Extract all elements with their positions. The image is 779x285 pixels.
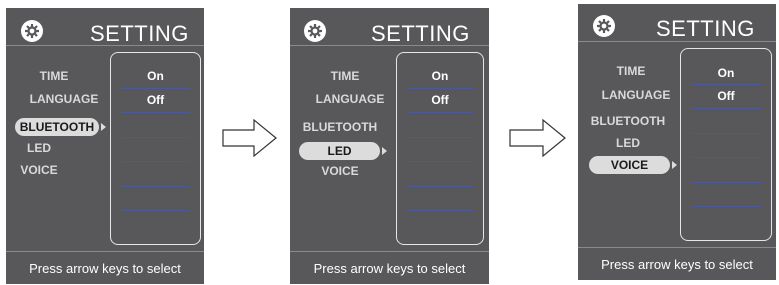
- header-divider: [578, 41, 776, 42]
- right-arrow-icon: [509, 118, 566, 158]
- row-divider: [121, 210, 190, 211]
- menu-item-voice-selected[interactable]: VOICE: [589, 156, 670, 174]
- footer-divider: [578, 247, 776, 248]
- value-box: On Off: [396, 52, 484, 245]
- value-off[interactable]: Off: [681, 89, 771, 103]
- menu-item-led[interactable]: LED: [586, 136, 670, 150]
- value-on[interactable]: On: [111, 69, 200, 83]
- page-title: SETTING: [371, 21, 470, 46]
- header-divider: [6, 45, 204, 46]
- row-divider: [407, 161, 473, 162]
- hint-text: Press arrow keys to select: [601, 257, 753, 272]
- row-divider: [121, 112, 190, 113]
- footer-divider: [290, 251, 489, 252]
- menu-item-bluetooth[interactable]: BLUETOOTH: [298, 120, 382, 134]
- value-box: On Off: [680, 48, 772, 241]
- row-divider: [121, 88, 190, 89]
- menu-item-led[interactable]: LED: [14, 141, 64, 155]
- row-divider: [691, 84, 761, 85]
- menu-item-time[interactable]: TIME: [14, 69, 94, 83]
- selection-pointer: [672, 161, 677, 169]
- row-divider: [121, 137, 190, 138]
- menu-item-language[interactable]: LANGUAGE: [300, 92, 400, 106]
- menu-item-bluetooth-selected[interactable]: BLUETOOTH: [15, 118, 99, 136]
- hint-text: Press arrow keys to select: [29, 261, 181, 276]
- row-divider: [691, 206, 761, 207]
- menu-item-language[interactable]: LANGUAGE: [586, 88, 686, 102]
- gear-icon: [21, 20, 43, 42]
- row-divider: [407, 137, 473, 138]
- value-off[interactable]: Off: [111, 93, 200, 107]
- row-divider: [691, 133, 761, 134]
- row-divider: [407, 112, 473, 113]
- value-on[interactable]: On: [397, 69, 483, 83]
- row-divider: [407, 186, 473, 187]
- value-on[interactable]: On: [681, 66, 771, 80]
- menu-item-voice[interactable]: VOICE: [14, 163, 64, 177]
- screen-header: SETTING: [578, 4, 776, 44]
- gear-icon: [593, 15, 615, 37]
- menu-item-voice[interactable]: VOICE: [298, 164, 382, 178]
- menu-item-bluetooth[interactable]: BLUETOOTH: [586, 114, 670, 128]
- menu-item-time[interactable]: TIME: [586, 64, 676, 78]
- row-divider: [407, 210, 473, 211]
- menu-item-led-selected[interactable]: LED: [299, 142, 380, 160]
- selection-pointer: [382, 147, 387, 155]
- row-divider: [691, 157, 761, 158]
- gear-icon: [304, 20, 326, 42]
- menu-item-language[interactable]: LANGUAGE: [14, 92, 114, 106]
- value-off[interactable]: Off: [397, 93, 483, 107]
- header-divider: [290, 45, 489, 46]
- settings-screen-2: SETTING TIME LANGUAGE BLUETOOTH LED VOIC…: [290, 8, 489, 284]
- row-divider: [121, 186, 190, 187]
- row-divider: [407, 88, 473, 89]
- hint-text: Press arrow keys to select: [313, 261, 466, 276]
- screen-header: SETTING: [290, 8, 489, 48]
- row-divider: [691, 108, 761, 109]
- screen-header: SETTING: [6, 8, 204, 48]
- right-arrow-icon: [222, 118, 277, 158]
- page-title: SETTING: [656, 16, 755, 41]
- selection-pointer: [101, 123, 106, 131]
- footer-divider: [6, 251, 204, 252]
- settings-screen-3: SETTING TIME LANGUAGE BLUETOOTH LED VOIC…: [578, 4, 776, 280]
- menu-item-time[interactable]: TIME: [300, 69, 390, 83]
- row-divider: [121, 161, 190, 162]
- row-divider: [691, 182, 761, 183]
- value-box: On Off: [110, 52, 201, 245]
- settings-screen-1: SETTING TIME LANGUAGE BLUETOOTH LED VOIC…: [6, 8, 204, 284]
- page-title: SETTING: [90, 21, 189, 46]
